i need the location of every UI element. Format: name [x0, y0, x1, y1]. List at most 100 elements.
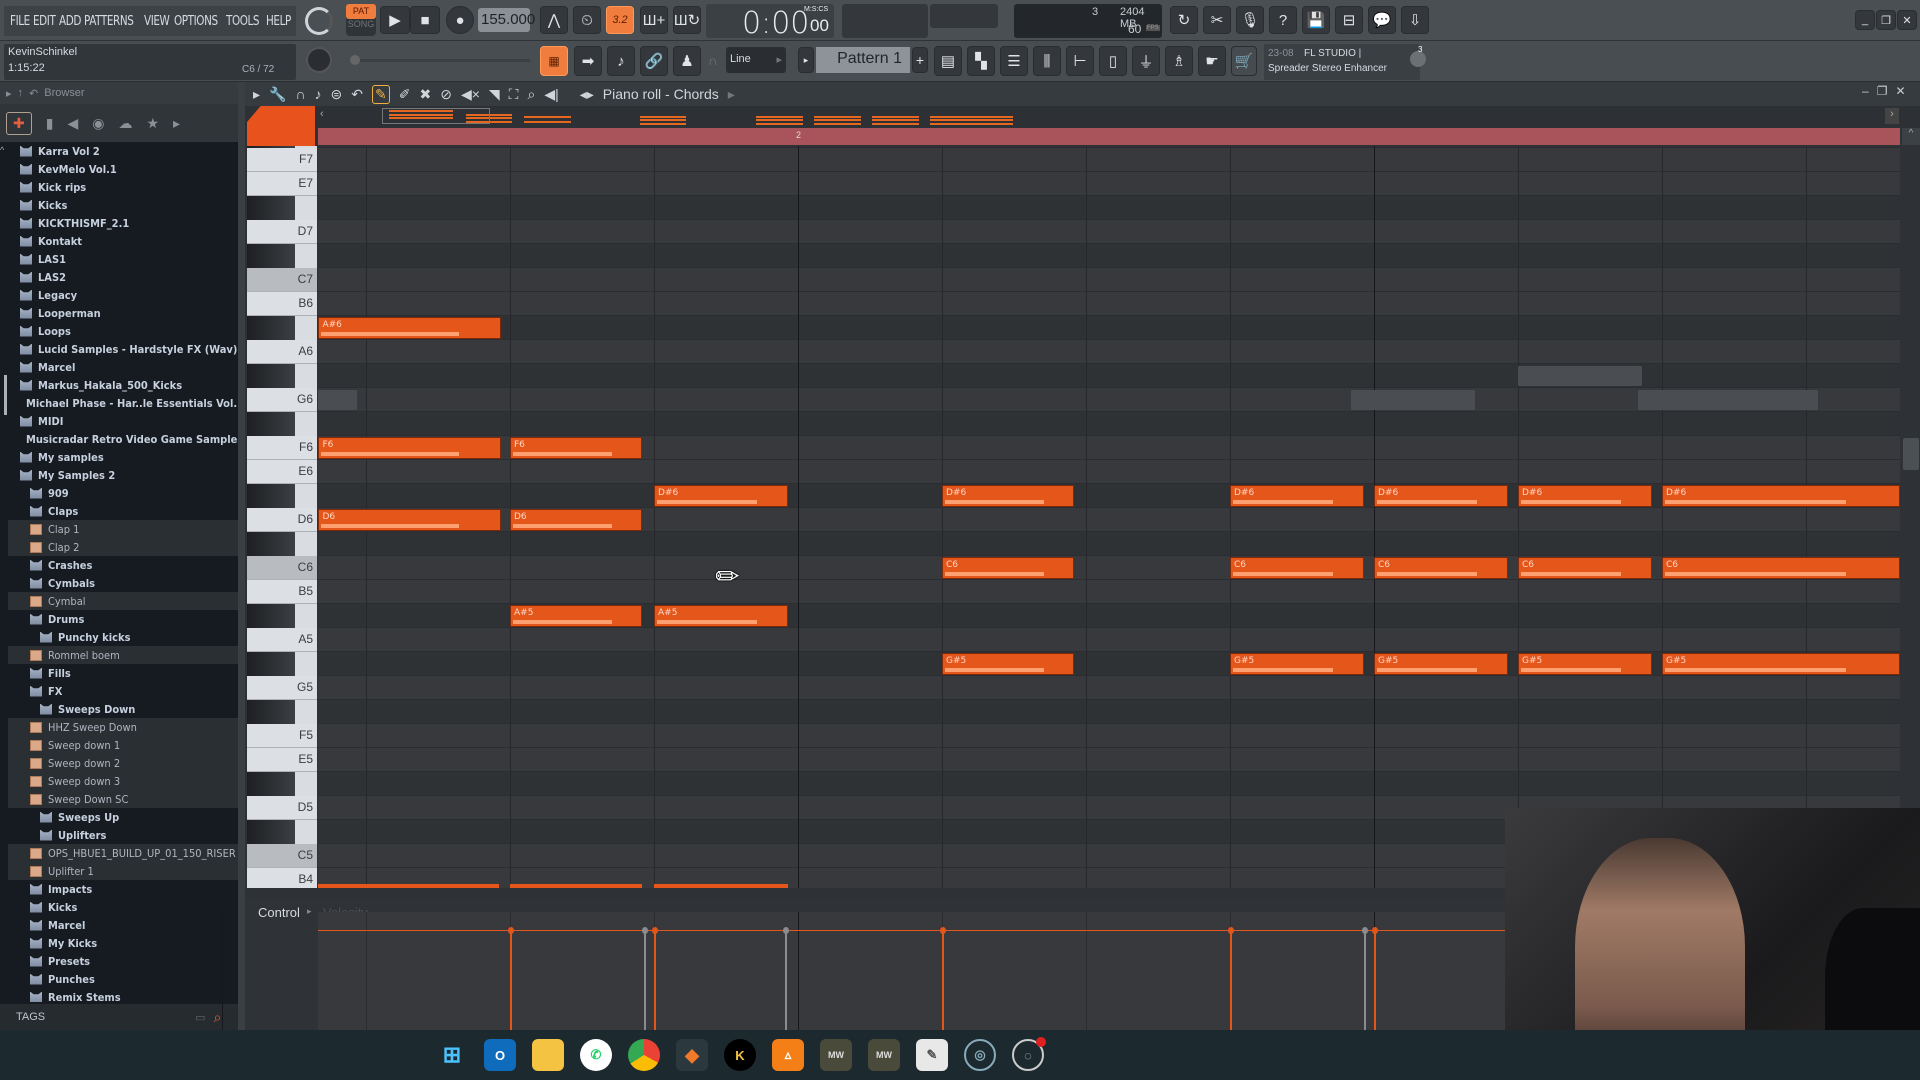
mute-tool-icon[interactable]: ⊘ — [440, 86, 452, 103]
touch-keyboard-button[interactable]: ♗ — [1165, 46, 1193, 76]
record-button[interactable]: ● — [446, 6, 474, 34]
browser-folder[interactable]: Michael Phase - Har..le Essentials Vol.1 — [8, 394, 238, 412]
undo-icon[interactable]: ↶ — [351, 86, 363, 103]
overview-viewport[interactable] — [382, 108, 490, 124]
note[interactable]: C6 — [1374, 557, 1508, 580]
tab-speaker-icon[interactable]: ◀ — [67, 115, 78, 132]
obs-icon[interactable]: ◌ — [1012, 1037, 1046, 1071]
feedback-button[interactable]: 💬 — [1368, 6, 1396, 34]
control-label[interactable]: Control — [258, 905, 300, 920]
stamp-button[interactable]: ♟ — [673, 46, 701, 76]
zoom-tool-icon[interactable]: ⌕ — [527, 86, 535, 103]
title-arrow-icon[interactable]: ▸ — [728, 86, 735, 103]
browser-folder[interactable]: Cymbals — [8, 574, 238, 592]
note[interactable]: D#6 — [1662, 485, 1900, 508]
black-key[interactable] — [247, 772, 295, 797]
folder-icon[interactable]: ▭ — [195, 1011, 205, 1024]
note[interactable]: G#5 — [1518, 653, 1652, 676]
browser-folder[interactable]: Impacts — [8, 880, 238, 898]
browser-folder[interactable]: Markus_Hakala_500_Kicks — [8, 376, 238, 394]
velocity-handle[interactable] — [1372, 927, 1378, 934]
tab-all[interactable]: ✚ — [6, 111, 32, 135]
black-key[interactable] — [247, 412, 295, 437]
browser-file[interactable]: Rommel boem — [8, 646, 238, 664]
metronome-button[interactable]: ⋀ — [540, 6, 568, 34]
scroll-right-icon[interactable]: › — [1885, 108, 1899, 124]
capture-icon[interactable]: ◎ — [964, 1039, 996, 1071]
black-key[interactable] — [247, 532, 295, 557]
tab-star-icon[interactable]: ★ — [146, 115, 159, 132]
tags-label[interactable]: TAGS — [16, 1011, 45, 1023]
browser-scrollbar[interactable] — [4, 375, 7, 415]
plugin-picker-button[interactable]: ⏚ — [1132, 46, 1160, 76]
velocity-stem[interactable] — [783, 927, 790, 1030]
collapse-icon[interactable]: ▸ — [6, 87, 12, 100]
black-key[interactable] — [247, 604, 295, 629]
note[interactable]: G#5 — [1662, 653, 1900, 676]
playlist-button[interactable]: ▤ — [934, 46, 962, 76]
tab-project-icon[interactable]: ▮ — [46, 115, 54, 132]
browser-file[interactable]: Sweep down 3 — [8, 772, 238, 790]
piano-roll-button[interactable]: ▦ — [540, 46, 568, 76]
pattern-overview[interactable] — [245, 106, 1920, 127]
minimize-button[interactable]: _ — [1855, 10, 1875, 30]
note[interactable]: A#5 — [654, 605, 788, 628]
keeper-icon[interactable]: K — [724, 1039, 756, 1071]
browser-folder[interactable]: Fills — [8, 664, 238, 682]
list-icon[interactable]: ⊜ — [331, 86, 343, 103]
loop-record-button[interactable]: Ш↻ — [673, 6, 701, 34]
up-icon[interactable]: ↑ — [18, 87, 24, 99]
browser-folder[interactable]: Marcel — [8, 916, 238, 934]
whatsapp-icon[interactable]: ✆ — [580, 1039, 612, 1071]
menu-view[interactable]: VIEW — [144, 14, 170, 29]
note[interactable]: G#5 — [942, 653, 1075, 676]
black-key[interactable] — [247, 700, 295, 725]
velocity-handle[interactable] — [1361, 927, 1368, 934]
browser-folder[interactable]: Musicradar Retro Video Game Samples — [8, 430, 238, 448]
note[interactable]: D#6 — [942, 485, 1075, 508]
note-grid[interactable]: A#6 F6 D6 F6 D6 A#5 D#6 A#5 D#6 C6 G#5 D#6 C6 G#5 D#6 C… — [318, 146, 1900, 888]
outlook-icon[interactable]: O — [484, 1039, 516, 1071]
note-icon[interactable]: ♪ — [315, 86, 322, 102]
wrench-icon[interactable]: 🔧 — [269, 86, 286, 103]
menu-edit[interactable]: EDIT — [33, 14, 56, 29]
back-icon[interactable]: ↶ — [29, 87, 38, 100]
black-key[interactable] — [247, 364, 295, 389]
velocity-stem[interactable] — [1361, 927, 1368, 1030]
browser-folder[interactable]: LAS2 — [8, 268, 238, 286]
pr-restore-icon[interactable]: ❐ — [1877, 84, 1896, 98]
black-key[interactable] — [247, 244, 295, 269]
paint-tool-icon[interactable]: ✐ — [399, 86, 411, 103]
browser-file[interactable]: Cymbal — [8, 592, 238, 610]
velocity-stem[interactable] — [641, 927, 648, 1030]
export-button[interactable]: ⊟ — [1335, 6, 1363, 34]
browser-folder[interactable]: My samples — [8, 448, 238, 466]
note-partial[interactable] — [510, 884, 642, 888]
note[interactable]: D#6 — [1374, 485, 1508, 508]
browser-folder[interactable]: Presets — [8, 952, 238, 970]
master-volume-knob[interactable] — [305, 7, 333, 35]
browser-folder[interactable]: FX — [8, 682, 238, 700]
menu-file[interactable]: FILE — [10, 14, 30, 29]
browser-file[interactable]: Sweep Down SC — [8, 790, 238, 808]
browser-folder[interactable]: Looperman — [8, 304, 238, 322]
note-partial[interactable] — [654, 884, 788, 888]
browser-folder[interactable]: Loops — [8, 322, 238, 340]
black-key[interactable] — [247, 196, 295, 221]
touch-controller-button[interactable]: ☛ — [1198, 46, 1226, 76]
velocity-lane[interactable] — [222, 912, 1807, 1030]
browser-file[interactable]: Sweep down 1 — [8, 736, 238, 754]
delete-tool-icon[interactable]: ✖ — [419, 86, 431, 103]
scroll-up-icon[interactable]: ^ — [0, 145, 8, 159]
browser-folder[interactable]: Drums — [8, 610, 238, 628]
browser-folder[interactable]: Crashes — [8, 556, 238, 574]
cut-button[interactable]: ✂ — [1203, 6, 1231, 34]
note[interactable]: D6 — [510, 509, 643, 532]
vlc-icon[interactable]: ▵ — [772, 1039, 804, 1071]
browser-file[interactable]: Uplifter 1 — [8, 862, 238, 880]
browser-folder[interactable]: Sweeps Up — [8, 808, 238, 826]
piano-roll-view-button[interactable]: ▚ — [967, 46, 995, 76]
velocity-stem[interactable] — [1228, 927, 1234, 1030]
countdown-button[interactable]: Ш+ — [640, 6, 668, 34]
master-pitch-slider[interactable] — [350, 55, 530, 65]
